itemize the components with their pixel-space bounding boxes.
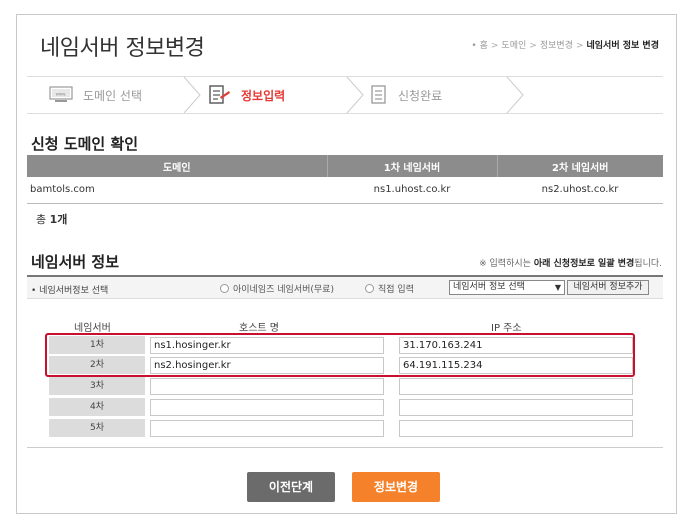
column-header-ip: IP 주소 bbox=[491, 323, 522, 334]
highlight-box bbox=[45, 333, 635, 377]
radio-direct-input[interactable]: 직접 입력 bbox=[365, 282, 414, 295]
select-value: 네임서버 정보 선택 bbox=[453, 282, 525, 292]
ns-number: 3차 bbox=[49, 377, 145, 396]
domain-section-title: 신청 도메인 확인 bbox=[31, 135, 139, 153]
domain-table: 도메인 1차 네임서버 2차 네임서버 bamtols.com ns1.uhos… bbox=[27, 155, 663, 204]
table-row: bamtols.com ns1.uhost.co.kr ns2.uhost.co… bbox=[27, 177, 663, 204]
step-domain-select: www. 도메인 선택 bbox=[49, 77, 142, 113]
table-header-row: 도메인 1차 네임서버 2차 네임서버 bbox=[27, 155, 663, 177]
domain-cell: bamtols.com bbox=[27, 177, 327, 204]
ip-input[interactable] bbox=[399, 399, 633, 416]
dropdown-arrow-icon[interactable]: ▼ bbox=[555, 281, 561, 294]
breadcrumb-info-change[interactable]: 정보변경 bbox=[540, 41, 573, 51]
breadcrumb-separator: > bbox=[490, 41, 499, 51]
svg-text:www.: www. bbox=[56, 92, 67, 97]
ns-number: 5차 bbox=[49, 419, 145, 438]
ns-select-label-text: 네임서버정보 선택 bbox=[39, 286, 109, 296]
edit-document-icon bbox=[209, 85, 231, 105]
notice-strong: 아래 신청정보로 일괄 변경 bbox=[533, 259, 635, 269]
breadcrumb-separator: > bbox=[575, 41, 584, 51]
notice-prefix: ※ 입력하시는 bbox=[479, 259, 531, 269]
chevron-right-icon bbox=[346, 77, 364, 113]
radio-circle-icon[interactable] bbox=[365, 284, 374, 293]
host-input[interactable] bbox=[150, 378, 384, 395]
step-info-input: 정보입력 bbox=[209, 77, 285, 113]
column-header-ns1: 1차 네임서버 bbox=[326, 155, 497, 177]
total-label: 총 bbox=[36, 213, 47, 226]
radio-label: 아이네임즈 네임서버(무료) bbox=[233, 285, 334, 295]
ns-number: 4차 bbox=[49, 398, 145, 417]
column-header-nameserver: 네임서버 bbox=[74, 323, 111, 334]
column-header-domain: 도메인 bbox=[27, 155, 327, 177]
radio-circle-icon[interactable] bbox=[220, 284, 229, 293]
ns-select-label: • 네임서버정보 선택 bbox=[31, 286, 109, 296]
total-count: 총 1개 bbox=[36, 211, 67, 227]
chevron-right-icon bbox=[506, 77, 524, 113]
ip-input[interactable] bbox=[399, 378, 633, 395]
radio-label: 직접 입력 bbox=[378, 285, 414, 295]
step-label: 도메인 선택 bbox=[83, 88, 143, 103]
monitor-icon: www. bbox=[49, 86, 73, 104]
ns1-cell: ns1.uhost.co.kr bbox=[327, 177, 497, 204]
ns-row-4: 4차 bbox=[49, 398, 635, 417]
column-header-hostname: 호스트 명 bbox=[239, 323, 279, 334]
chevron-right-icon bbox=[183, 77, 201, 113]
divider bbox=[27, 447, 663, 448]
ns2-cell: ns2.uhost.co.kr bbox=[497, 177, 663, 204]
host-input[interactable] bbox=[150, 399, 384, 416]
radio-inames-ns[interactable]: 아이네임즈 네임서버(무료) bbox=[220, 282, 334, 295]
step-indicator: www. 도메인 선택 정보입력 신청완료 bbox=[27, 76, 663, 114]
add-ns-info-button[interactable]: 네임서버 정보추가 bbox=[567, 280, 649, 295]
step-label: 신청완료 bbox=[398, 88, 443, 103]
submit-button[interactable]: 정보변경 bbox=[352, 472, 440, 502]
ns-row-3: 3차 bbox=[49, 377, 635, 396]
ns-section-title: 네임서버 정보 bbox=[31, 253, 120, 271]
column-header-ns2: 2차 네임서버 bbox=[496, 155, 663, 177]
ns-info-select[interactable]: 네임서버 정보 선택 ▼ bbox=[449, 280, 565, 295]
host-input[interactable] bbox=[150, 420, 384, 437]
ns-row-5: 5차 bbox=[49, 419, 635, 438]
breadcrumb-dot: • bbox=[471, 41, 480, 51]
notice-suffix: 됩니다. bbox=[634, 259, 662, 269]
page-title: 네임서버 정보변경 bbox=[40, 36, 205, 61]
breadcrumb-separator: > bbox=[529, 41, 537, 51]
ns-select-bar: • 네임서버정보 선택 아이네임즈 네임서버(무료) 직접 입력 네임서버 정보… bbox=[27, 275, 663, 299]
breadcrumb-current: 네임서버 정보 변경 bbox=[586, 41, 659, 51]
step-label: 정보입력 bbox=[241, 88, 286, 103]
document-icon bbox=[370, 85, 388, 105]
total-value: 1개 bbox=[49, 213, 68, 226]
breadcrumb-domain[interactable]: 도메인 bbox=[501, 41, 526, 51]
prev-step-button[interactable]: 이전단계 bbox=[247, 472, 335, 502]
step-complete: 신청완료 bbox=[370, 77, 442, 113]
breadcrumb-home[interactable]: 홈 bbox=[480, 41, 488, 51]
breadcrumb: • 홈 > 도메인 > 정보변경 > 네임서버 정보 변경 bbox=[471, 38, 659, 51]
ip-input[interactable] bbox=[399, 420, 633, 437]
notice-text: ※ 입력하시는 아래 신청정보로 일괄 변경됩니다. bbox=[479, 256, 662, 269]
